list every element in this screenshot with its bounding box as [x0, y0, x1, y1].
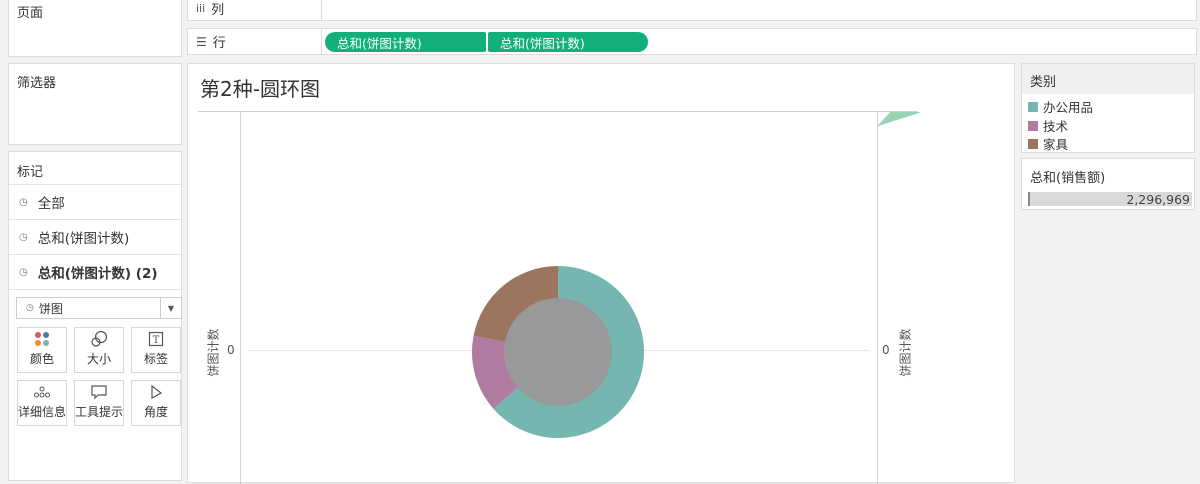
legend-item-office[interactable]: 办公用品	[1028, 97, 1093, 116]
color-dots-icon	[34, 328, 50, 350]
tooltip-button[interactable]: 工具提示	[74, 380, 124, 426]
detail-button-label: 详细信息	[18, 405, 67, 419]
size-button[interactable]: 大小	[74, 327, 124, 373]
detail-icon	[33, 381, 51, 403]
clock-icon: ◷	[19, 266, 28, 278]
filters-title: 筛选器	[17, 76, 57, 91]
sales-value: 2,296,969	[1126, 192, 1190, 207]
size-button-label: 大小	[86, 352, 111, 366]
marks-title: 标记	[17, 165, 44, 180]
corner-marker	[878, 112, 920, 127]
tooltip-button-label: 工具提示	[75, 405, 124, 419]
mark-row-pie-count-2[interactable]: ◷ 总和(饼图计数) (2)	[9, 255, 181, 289]
pages-panel: 页面	[8, 0, 182, 57]
right-axis-tick: 0	[882, 343, 890, 357]
legend-label: 办公用品	[1043, 100, 1094, 115]
label-icon: T	[148, 328, 164, 350]
category-legend: 类别 办公用品 技术 家具	[1021, 63, 1195, 153]
mark-row-pie-count[interactable]: ◷ 总和(饼图计数)	[9, 220, 181, 254]
sales-title: 总和(销售额)	[1030, 171, 1106, 186]
rows-shelf[interactable]: ☰ 行 总和(饼图计数) 总和(饼图计数)	[187, 28, 1197, 55]
legend-title: 类别	[1030, 75, 1057, 90]
label-button[interactable]: T 标签	[131, 327, 181, 373]
columns-label: 列	[211, 3, 225, 18]
row-pill-label: 总和(饼图计数)	[500, 35, 585, 51]
detail-button[interactable]: 详细信息	[17, 380, 67, 426]
right-axis-label: 饼图计数	[898, 327, 913, 377]
legend-item-tech[interactable]: 技术	[1028, 116, 1068, 135]
columns-shelf[interactable]: iii 列	[187, 0, 1197, 21]
label-button-label: 标签	[143, 352, 168, 366]
legend-label: 家具	[1043, 137, 1069, 152]
mark-row-label: 总和(饼图计数)	[37, 231, 130, 247]
legend-swatch	[1028, 138, 1038, 149]
left-axis-tick: 0	[227, 343, 235, 357]
mark-row-label: 总和(饼图计数) (2)	[37, 266, 158, 282]
legend-label: 技术	[1043, 119, 1069, 134]
angle-icon	[148, 381, 164, 403]
tooltip-icon	[90, 381, 108, 403]
angle-button[interactable]: 角度	[131, 380, 181, 426]
clock-icon: ◷	[19, 196, 28, 208]
sales-legend: 总和(销售额) 2,296,969	[1021, 158, 1195, 210]
chevron-down-icon[interactable]: ▼	[160, 298, 181, 318]
svg-text:T: T	[153, 335, 160, 346]
angle-button-label: 角度	[143, 405, 168, 419]
color-button-label: 颜色	[29, 352, 54, 366]
rows-icon: ☰	[196, 34, 207, 49]
left-axis-label: 饼图计数	[206, 327, 221, 377]
legend-item-furniture[interactable]: 家具	[1028, 134, 1068, 153]
color-button[interactable]: 颜色	[17, 327, 67, 373]
rows-label: 行	[212, 36, 226, 51]
columns-icon: iii	[196, 2, 206, 15]
legend-swatch	[1028, 101, 1038, 112]
legend-swatch	[1028, 120, 1038, 131]
row-pill-2[interactable]: 总和(饼图计数)	[488, 32, 648, 52]
sheet-view: 第2种-圆环图 饼图计数 0 饼图计数 0	[187, 63, 1015, 484]
sheet-title: 第2种-圆环图	[200, 77, 320, 101]
mark-type-dropdown[interactable]: ◷ 饼图 ▼	[16, 297, 182, 319]
clock-icon: ◷	[19, 231, 28, 243]
row-pill-1[interactable]: 总和(饼图计数)	[325, 32, 486, 52]
clock-icon: ◷	[26, 303, 34, 313]
mark-row-label: 全部	[37, 196, 65, 212]
mark-type-value: 饼图	[38, 301, 63, 316]
filters-panel: 筛选器	[8, 63, 182, 145]
donut-center[interactable]	[504, 298, 612, 406]
pages-title: 页面	[17, 6, 44, 21]
mark-row-all[interactable]: ◷ 全部	[9, 185, 181, 219]
row-pill-label: 总和(饼图计数)	[337, 35, 422, 51]
size-icon	[90, 328, 108, 350]
donut-chart[interactable]	[470, 264, 646, 440]
